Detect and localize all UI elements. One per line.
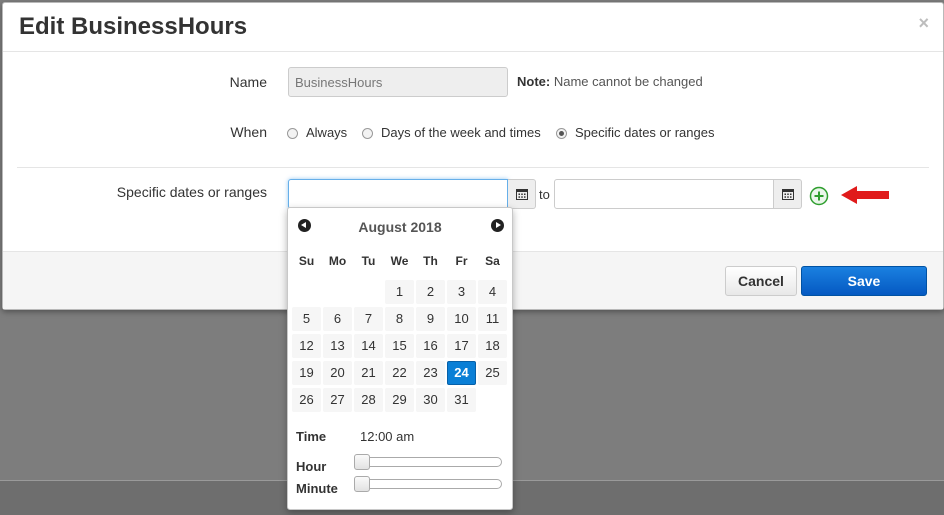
day-cell[interactable]: 5 bbox=[292, 307, 321, 331]
note-prefix: Note: bbox=[517, 74, 551, 89]
next-month-icon[interactable] bbox=[491, 219, 504, 232]
note-text: Name cannot be changed bbox=[550, 74, 703, 89]
minute-slider[interactable] bbox=[354, 479, 502, 489]
radio-days-label: Days of the week and times bbox=[381, 125, 541, 140]
from-calendar-button[interactable] bbox=[508, 179, 536, 209]
radio-always-label: Always bbox=[306, 125, 348, 140]
weekday-label: Mo bbox=[328, 254, 347, 268]
day-cell[interactable]: 1 bbox=[385, 280, 414, 304]
hour-slider[interactable] bbox=[354, 457, 502, 467]
calendar-icon bbox=[516, 189, 528, 200]
to-label: to bbox=[539, 187, 550, 202]
close-icon[interactable]: × bbox=[918, 13, 929, 34]
day-cell[interactable]: 11 bbox=[478, 307, 507, 331]
from-date-input[interactable] bbox=[288, 179, 508, 209]
dates-label: Specific dates or ranges bbox=[116, 184, 267, 200]
dialog-title: Edit BusinessHours bbox=[19, 13, 248, 40]
cancel-button[interactable]: Cancel bbox=[725, 266, 797, 296]
day-cell[interactable]: 29 bbox=[385, 388, 414, 412]
radio-button[interactable] bbox=[287, 128, 298, 139]
day-cell[interactable]: 15 bbox=[385, 334, 414, 358]
month-title: August 2018 bbox=[358, 219, 442, 235]
radio-specific-dates[interactable]: Specific dates or ranges bbox=[556, 125, 714, 140]
hour-slider-handle[interactable] bbox=[354, 454, 370, 470]
day-cell[interactable]: 19 bbox=[292, 361, 321, 385]
minute-slider-handle[interactable] bbox=[354, 476, 370, 492]
radio-days-of-week[interactable]: Days of the week and times bbox=[362, 125, 541, 140]
weekday-label: We bbox=[390, 254, 409, 268]
radio-always[interactable]: Always bbox=[287, 125, 347, 140]
add-circle-icon bbox=[809, 186, 829, 206]
day-cell[interactable]: 6 bbox=[323, 307, 352, 331]
weekday-label: Tu bbox=[361, 254, 376, 268]
day-cell[interactable]: 10 bbox=[447, 307, 476, 331]
day-cell[interactable]: 8 bbox=[385, 307, 414, 331]
day-cell[interactable]: 17 bbox=[447, 334, 476, 358]
day-cell[interactable]: 9 bbox=[416, 307, 445, 331]
day-cell[interactable]: 12 bbox=[292, 334, 321, 358]
calendar-icon bbox=[782, 189, 794, 200]
to-calendar-button[interactable] bbox=[774, 179, 802, 209]
dialog-header: Edit BusinessHours × bbox=[3, 3, 943, 52]
radio-specific-label: Specific dates or ranges bbox=[575, 125, 715, 140]
day-cell[interactable]: 13 bbox=[323, 334, 352, 358]
datepicker-header: August 2018 bbox=[288, 216, 512, 238]
day-cell[interactable]: 22 bbox=[385, 361, 414, 385]
day-cell[interactable]: 31 bbox=[447, 388, 476, 412]
to-date-input[interactable] bbox=[554, 179, 774, 209]
day-cell[interactable]: 7 bbox=[354, 307, 383, 331]
radio-button[interactable] bbox=[362, 128, 373, 139]
prev-month-icon[interactable] bbox=[298, 219, 311, 232]
day-cell[interactable]: 2 bbox=[416, 280, 445, 304]
day-cell[interactable]: 21 bbox=[354, 361, 383, 385]
name-note: Note: Name cannot be changed bbox=[517, 74, 703, 89]
name-label: Name bbox=[229, 74, 267, 90]
weekday-label: Sa bbox=[485, 254, 500, 268]
day-cell[interactable]: 14 bbox=[354, 334, 383, 358]
day-cell-selected[interactable]: 24 bbox=[447, 361, 476, 385]
day-cell[interactable]: 25 bbox=[478, 361, 507, 385]
day-cell[interactable]: 3 bbox=[447, 280, 476, 304]
time-value: 12:00 am bbox=[360, 429, 415, 444]
weekday-label: Fr bbox=[455, 254, 468, 268]
name-field[interactable] bbox=[288, 67, 508, 97]
day-cell[interactable]: 20 bbox=[323, 361, 352, 385]
day-cell[interactable]: 4 bbox=[478, 280, 507, 304]
hour-label: Hour bbox=[296, 459, 327, 474]
day-cell[interactable]: 18 bbox=[478, 334, 507, 358]
time-label: Time bbox=[296, 429, 327, 444]
day-cell[interactable]: 16 bbox=[416, 334, 445, 358]
weekday-label: Th bbox=[423, 254, 438, 268]
datepicker-popup: August 2018 Su Mo Tu We Th Fr Sa 1 2 3 4 5 6 7 8 9 10 11… bbox=[287, 207, 513, 510]
when-label: When bbox=[230, 124, 267, 140]
add-range-button[interactable] bbox=[809, 186, 829, 209]
red-arrow-icon bbox=[841, 186, 889, 204]
weekday-label: Su bbox=[298, 254, 315, 268]
day-cell[interactable]: 26 bbox=[292, 388, 321, 412]
day-cell[interactable]: 27 bbox=[323, 388, 352, 412]
day-cell[interactable]: 30 bbox=[416, 388, 445, 412]
radio-button-checked[interactable] bbox=[556, 128, 567, 139]
day-cell[interactable]: 28 bbox=[354, 388, 383, 412]
save-button[interactable]: Save bbox=[801, 266, 927, 296]
section-divider bbox=[17, 167, 929, 168]
day-cell[interactable]: 23 bbox=[416, 361, 445, 385]
minute-label: Minute bbox=[296, 481, 338, 496]
